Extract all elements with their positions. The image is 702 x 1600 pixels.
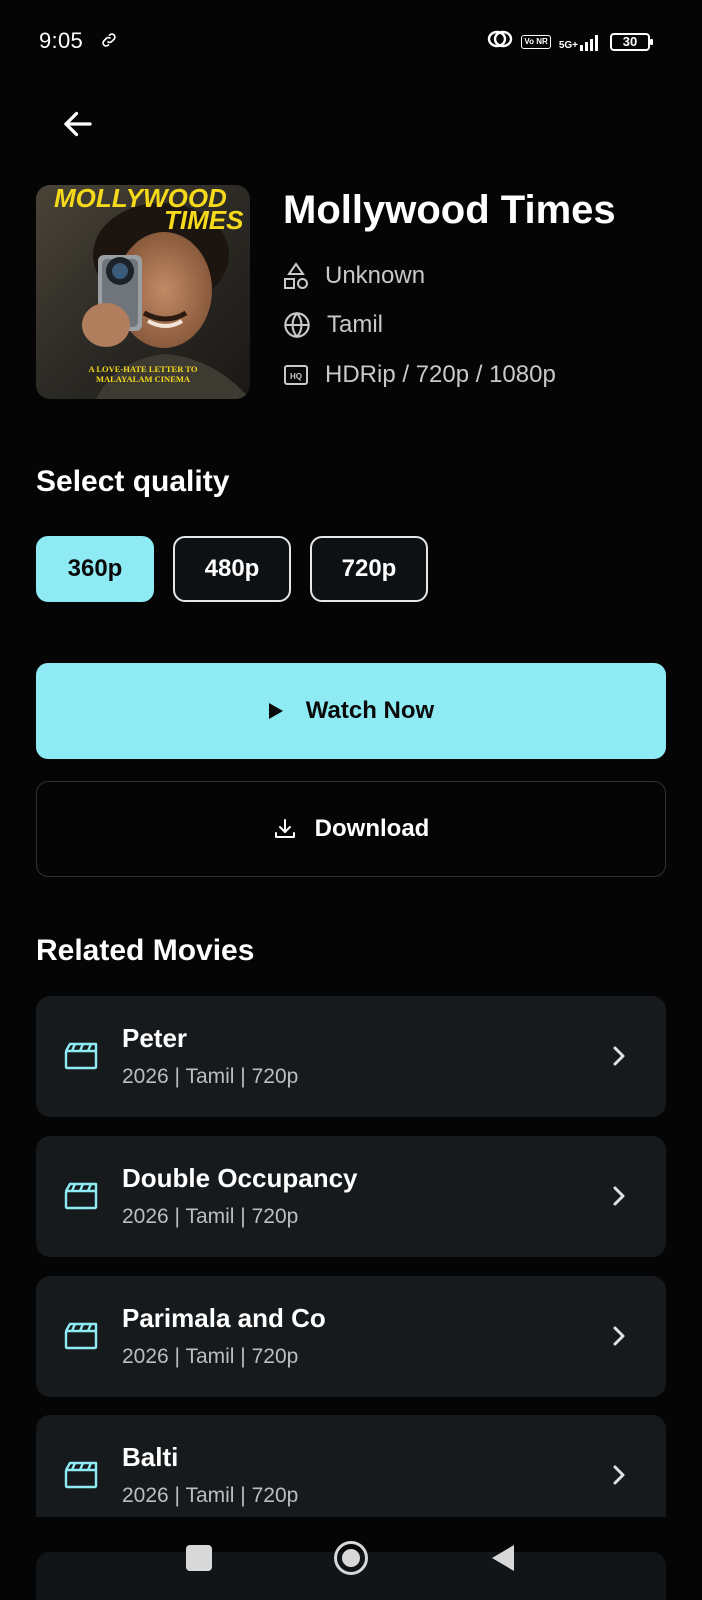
status-icons: Vo NR 5G+ 30 — [487, 28, 653, 55]
hotspot-icon — [487, 28, 513, 55]
related-movie-item[interactable]: Double Occupancy 2026 | Tamil | 720p — [36, 1136, 666, 1257]
movie-title: Mollywood Times — [283, 188, 616, 232]
battery-level: 30 — [622, 34, 638, 49]
related-movie-subtitle: 2026 | Tamil | 720p — [122, 1345, 299, 1368]
clapperboard-icon — [64, 1182, 98, 1210]
director-row: Unknown — [283, 262, 425, 290]
poster-tagline-line1: A LOVE-HATE LETTER TO — [89, 364, 198, 374]
quality-option-360p[interactable]: 360p — [36, 536, 154, 602]
watch-now-label: Watch Now — [305, 697, 435, 724]
back-nav-button[interactable] — [490, 1543, 516, 1573]
watch-now-button[interactable]: Watch Now — [36, 663, 666, 759]
recents-button[interactable] — [186, 1545, 212, 1571]
back-button[interactable] — [60, 106, 100, 146]
battery-icon: 30 — [610, 32, 653, 51]
select-quality-title: Select quality — [36, 465, 230, 498]
related-movie-title: Balti — [122, 1442, 179, 1472]
shapes-icon — [284, 262, 308, 289]
link-icon — [100, 31, 118, 54]
clapperboard-icon — [64, 1042, 98, 1070]
home-circle-icon — [334, 1541, 368, 1575]
arrow-left-icon — [64, 111, 92, 137]
related-movies-title: Related Movies — [36, 934, 255, 967]
quality-option-720p[interactable]: 720p — [310, 536, 428, 602]
play-icon — [268, 703, 283, 719]
related-movie-title: Parimala and Co — [122, 1303, 326, 1333]
related-movie-title: Double Occupancy — [122, 1163, 358, 1193]
format-value: HDRip / 720p / 1080p — [325, 361, 556, 388]
download-button[interactable]: Download — [36, 781, 666, 877]
language-value: Tamil — [327, 311, 384, 338]
poster-tagline-line2: MALAYALAM CINEMA — [96, 374, 191, 384]
related-movie-subtitle: 2026 | Tamil | 720p — [122, 1205, 299, 1228]
related-movie-item[interactable]: Parimala and Co 2026 | Tamil | 720p — [36, 1276, 666, 1397]
chevron-right-icon — [613, 1046, 625, 1066]
download-label: Download — [314, 815, 430, 842]
director-value: Unknown — [325, 262, 426, 289]
movie-poster: MOLLYWOOD TIMES A LOVE-HATE LETTER TO MA… — [36, 185, 250, 399]
svg-text:HQ: HQ — [290, 372, 302, 381]
related-movie-subtitle: 2026 | Tamil | 720p — [122, 1065, 299, 1088]
home-button[interactable] — [333, 1540, 369, 1576]
format-row: HQ HDRip / 720p / 1080p — [283, 361, 556, 389]
volte-badge: Vo NR — [521, 34, 551, 49]
chevron-right-icon — [613, 1465, 625, 1485]
related-movie-subtitle: 2026 | Tamil | 720p — [122, 1484, 299, 1507]
signal-icon: 5G+ — [559, 33, 602, 51]
download-icon — [274, 819, 295, 838]
chevron-right-icon — [613, 1186, 625, 1206]
hd-icon: HQ — [284, 365, 308, 385]
clapperboard-icon — [64, 1461, 98, 1489]
network-type: 5G+ — [558, 39, 578, 51]
language-row: Tamil — [283, 311, 383, 339]
related-movie-item[interactable]: Peter 2026 | Tamil | 720p — [36, 996, 666, 1117]
triangle-back-icon — [492, 1545, 514, 1571]
quality-option-480p[interactable]: 480p — [173, 536, 291, 602]
globe-icon — [284, 311, 310, 339]
chevron-right-icon — [613, 1326, 625, 1346]
clapperboard-icon — [64, 1322, 98, 1350]
poster-title-line2: TIMES — [164, 205, 244, 235]
status-time: 9:05 — [39, 28, 84, 53]
related-movie-title: Peter — [122, 1023, 188, 1053]
